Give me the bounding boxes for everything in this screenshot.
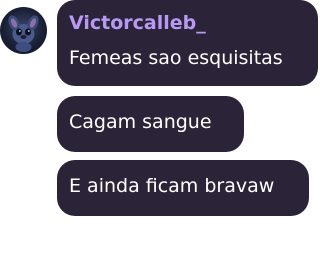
message-bubble-second[interactable]: Cagam sangue — [57, 96, 244, 152]
chat-thread: Victorcalleb_ Femeas sao esquisitas Caga… — [0, 0, 320, 269]
stitch-avatar-icon — [8, 15, 39, 52]
message-text: Cagam sangue — [69, 111, 212, 133]
message-text: E ainda ficam bravaw — [69, 175, 275, 197]
message-text: Femeas sao esquisitas — [69, 47, 283, 69]
message-bubble-third[interactable]: E ainda ficam bravaw — [57, 160, 309, 216]
username[interactable]: Victorcalleb_ — [69, 12, 206, 34]
message-bubble-first[interactable]: Victorcalleb_ Femeas sao esquisitas — [57, 0, 318, 86]
avatar[interactable] — [0, 7, 47, 54]
